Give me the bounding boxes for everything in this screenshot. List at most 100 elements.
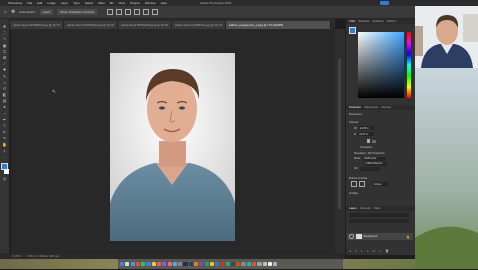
share-button[interactable] [380,1,389,5]
blur-tool-icon[interactable]: ● [2,105,7,109]
background-color-swatch[interactable] [4,169,9,175]
tab-color[interactable]: Color [349,20,355,23]
eraser-icon[interactable]: ◧ [2,93,7,97]
menu-layer[interactable]: Layer [61,1,69,5]
tab-document-1[interactable]: Adobe Stock 457698523.jpeg @ 16.7% [10,21,64,29]
mode-dropdown[interactable]: RGB Color [363,157,386,161]
menu-window[interactable]: Window [145,1,156,5]
type-tool-icon[interactable]: T [2,124,7,128]
premiere-icon[interactable] [199,261,204,267]
tab-adjustments[interactable]: Adjustments [364,106,378,109]
illustrator-icon[interactable] [193,261,199,267]
calendar-icon[interactable] [156,261,162,267]
zoom-level[interactable]: 17.07% [12,255,21,258]
mask-icon[interactable]: ◐ [361,249,363,253]
tab-layers[interactable]: Layers [349,207,357,210]
layer-name[interactable]: Background [364,235,378,238]
app-icon-26[interactable] [252,261,257,267]
menu-edit[interactable]: Edit [37,1,42,5]
tab-paths[interactable]: Paths [374,207,381,210]
quick-mask-icon[interactable]: ◎ [2,176,7,181]
app-icon-20[interactable] [220,261,225,267]
messages-icon[interactable] [141,261,146,267]
fill-dropdown[interactable] [360,167,381,171]
chrome-icon[interactable] [135,261,141,267]
tab-gradients[interactable]: Gradients [372,20,383,23]
width-field[interactable]: 22.86 in [358,126,375,130]
marquee-tool-icon[interactable]: ⬚ [2,31,7,35]
shape-tool-icon[interactable]: ▭ [2,136,7,140]
menu-photoshop[interactable]: Photoshop [8,1,22,5]
notes-icon[interactable] [151,261,156,267]
menu-plugins[interactable]: Plugins [130,1,140,5]
history-brush-icon[interactable]: ↺ [2,86,7,91]
downloads-folder-icon[interactable] [262,261,267,267]
layer-dropdown[interactable]: Layer [39,9,54,15]
menu-view[interactable]: View [119,1,125,5]
scrollbar-thumb[interactable] [338,59,341,209]
document-canvas-image[interactable] [110,53,235,241]
home-icon[interactable]: ⌂ [4,9,7,15]
rulers-grids-title[interactable]: Rulers & Grids [349,176,367,180]
tab-properties[interactable]: Properties [349,106,361,109]
app-icon-18[interactable] [209,261,214,267]
eyedropper-icon[interactable]: ⁄ [2,62,7,66]
app-icon-17[interactable] [204,261,209,267]
tab-swatches[interactable]: Swatches [358,20,369,23]
canvas-vertical-scrollbar[interactable] [335,29,345,253]
menu-help[interactable]: Help [161,1,167,5]
tab-channels[interactable]: Channels [360,207,371,210]
lightroom-icon[interactable] [188,261,193,267]
launchpad-icon[interactable] [125,261,130,267]
mail-icon[interactable] [146,261,151,267]
guides-title[interactable]: Guides [349,191,358,195]
app-store-icon[interactable] [172,261,177,267]
safari-icon[interactable] [130,261,135,267]
landscape-orientation-icon[interactable] [372,139,376,143]
photoshop-icon[interactable] [183,261,188,267]
hue-slider[interactable] [407,32,411,98]
app-icon-24[interactable] [241,261,246,267]
new-layer-icon[interactable]: + [379,249,381,253]
trash-icon[interactable]: 🗑 [385,249,389,253]
music-icon[interactable] [167,261,172,267]
show-transform-checkbox[interactable]: Show Transform Controls [57,9,97,15]
gradient-tool-icon[interactable]: ▤ [2,99,7,103]
layer-row-background[interactable]: Background 🔒 [347,233,413,240]
tab-document-3[interactable]: Adobe Stock 587542156.jpeg @ 16.7% [118,21,172,29]
app-icon-25[interactable] [246,261,251,267]
app-icon-21[interactable] [225,261,230,267]
crop-tool-icon[interactable]: ⌗ [2,49,7,54]
adjustment-layer-icon[interactable]: ◑ [367,249,369,253]
link-layers-icon[interactable]: ∞ [349,249,351,253]
move-tool-icon[interactable]: ✥ [11,9,15,15]
tab-document-4[interactable]: Adobe Stock 162458791.jpeg @ 16.7% [172,21,226,29]
menu-select[interactable]: Select [85,1,93,5]
path-select-icon[interactable]: ▸ [2,130,7,134]
documents-folder-icon[interactable] [267,261,273,267]
settings-icon[interactable] [178,261,183,267]
app-icon-27[interactable] [257,261,262,267]
frame-tool-icon[interactable]: ⊠ [2,55,7,60]
more-tools-icon[interactable]: … [2,154,7,159]
clone-stamp-icon[interactable]: ⊥ [2,80,7,85]
zoom-app-icon[interactable] [215,261,220,267]
tab-document-active[interactable]: balloon_engagement_1.jpeg @ 17% (RGB/8) [226,21,331,29]
podcasts-icon[interactable] [162,261,167,267]
trash-bin-icon[interactable] [273,261,278,267]
tab-patterns[interactable]: Patterns [387,20,397,23]
ruler-toggle-icon[interactable] [351,181,357,187]
menu-type[interactable]: Type [73,1,80,5]
canvas-section-title[interactable]: Canvas [349,120,358,124]
layer-filter-bar[interactable] [349,213,409,217]
brush-tool-icon[interactable]: ✎ [2,74,7,79]
menu-filter[interactable]: Filter [98,1,105,5]
pen-tool-icon[interactable]: ✒ [2,117,7,122]
bit-depth-dropdown[interactable]: 8 Bits/Channel [365,162,387,166]
hand-tool-icon[interactable]: ✋ [2,142,7,147]
color-panel-foreground[interactable] [349,27,356,34]
portrait-orientation-icon[interactable] [367,139,370,143]
healing-brush-icon[interactable]: ✚ [2,68,7,72]
menu-file[interactable]: File [27,1,32,5]
ruler-unit-dropdown[interactable]: Inches [373,182,389,186]
